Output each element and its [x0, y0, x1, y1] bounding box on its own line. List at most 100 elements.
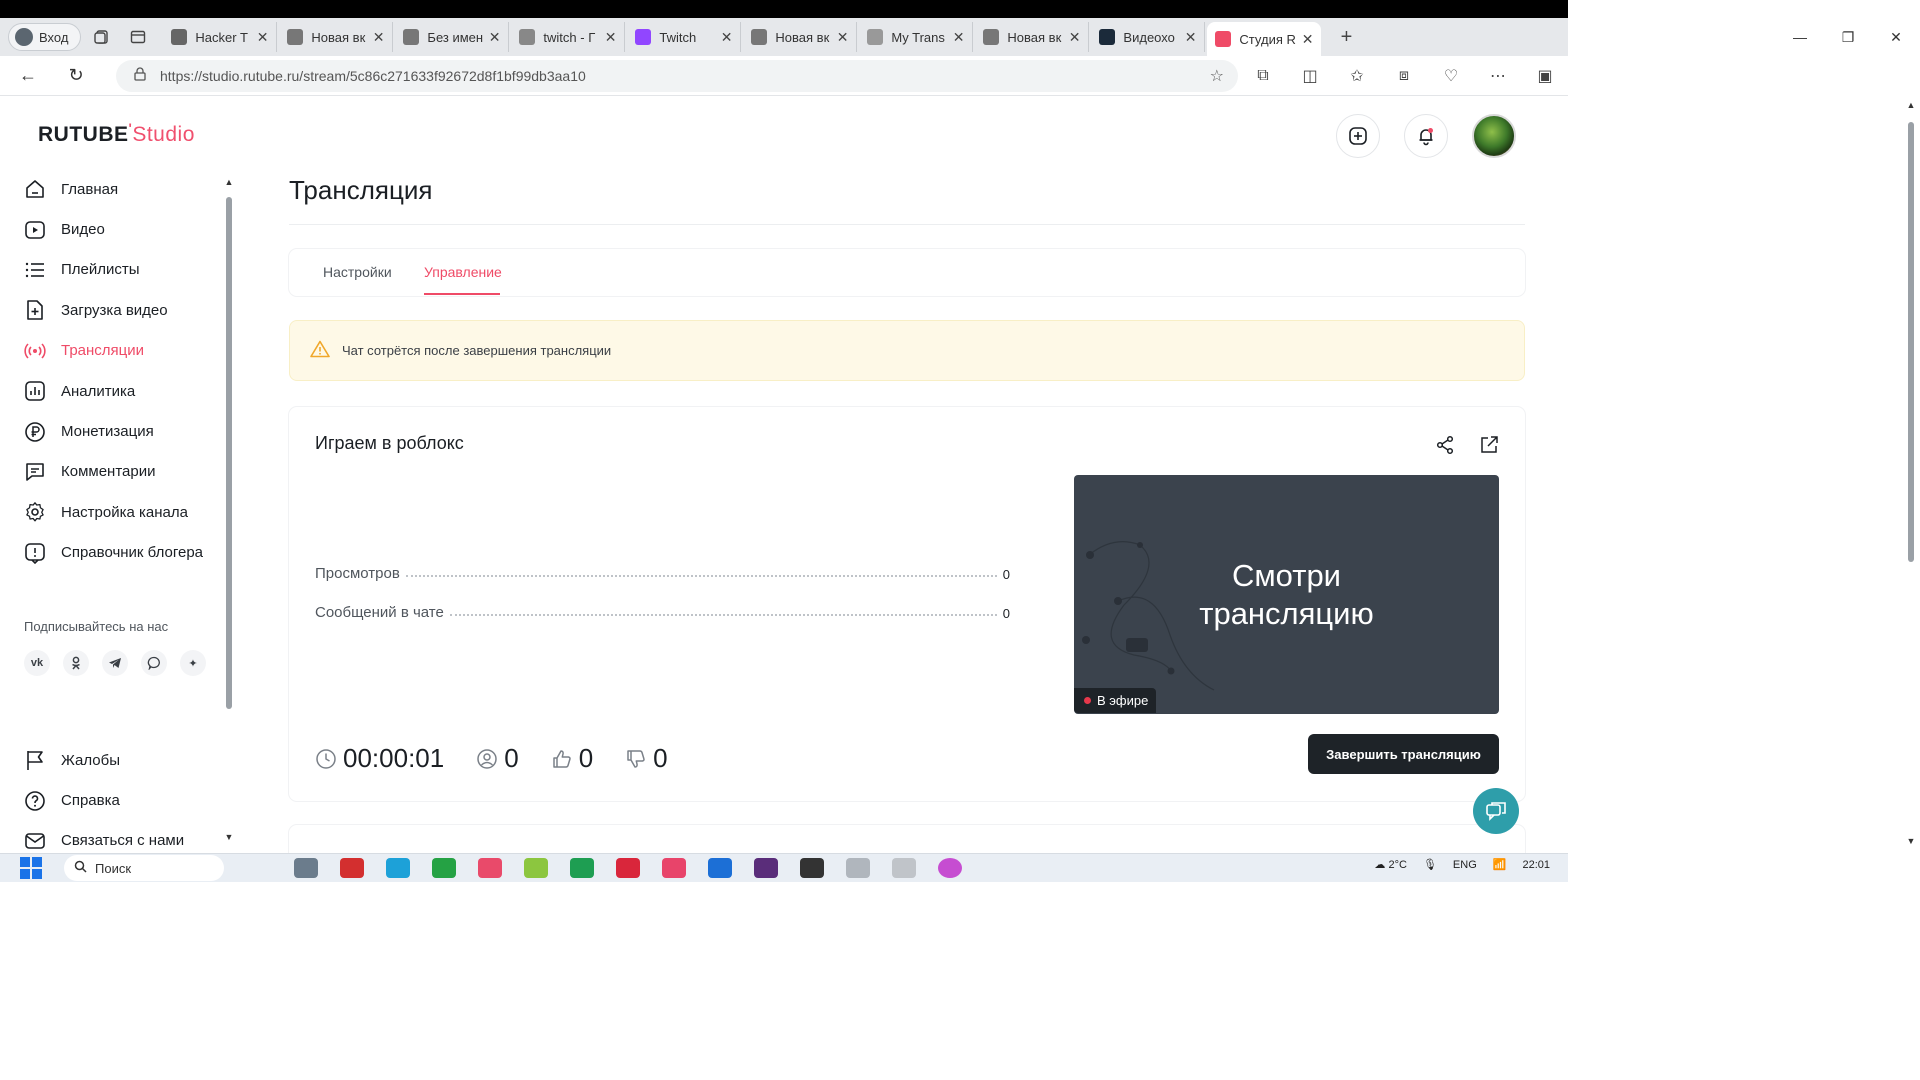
rutube-studio-logo[interactable]: RUTUBE'Studio: [38, 120, 195, 147]
tab-management[interactable]: Управление: [424, 264, 502, 280]
page-scrollbar[interactable]: ▲ ▼: [1906, 100, 1916, 852]
close-tab-icon[interactable]: ✕: [721, 29, 733, 46]
url-field[interactable]: https://studio.rutube.ru/stream/5c86c271…: [116, 59, 1238, 92]
notifications-button[interactable]: [1404, 114, 1448, 158]
sidebar-item-broadcast[interactable]: Трансляции: [24, 331, 224, 371]
browser-tab[interactable]: twitch - Г ✕: [511, 22, 626, 52]
taskbar-app-icon[interactable]: [800, 858, 824, 878]
stream-preview[interactable]: Смотри трансляцию В эфире: [1074, 475, 1499, 714]
sidebar-item-video[interactable]: Видео: [24, 209, 224, 249]
ok-icon[interactable]: [63, 650, 89, 676]
create-button[interactable]: [1336, 114, 1380, 158]
taskbar-app-icon[interactable]: [708, 858, 732, 878]
tab-favicon-icon: [867, 29, 884, 45]
comments-icon: [24, 461, 46, 483]
browser-essentials-icon[interactable]: ♡: [1429, 60, 1473, 92]
taskbar-app-icon[interactable]: [938, 858, 962, 878]
browser-tab[interactable]: Видеохо ✕: [1091, 22, 1206, 52]
restore-icon[interactable]: ❐: [1824, 18, 1872, 56]
collections-icon[interactable]: [87, 22, 117, 52]
taskbar-app-icon[interactable]: [386, 858, 410, 878]
favorite-star-icon[interactable]: ☆: [1210, 66, 1224, 86]
taskbar-app-icon[interactable]: [662, 858, 686, 878]
preview-caption: Смотри трансляцию: [1199, 558, 1374, 631]
sidebar-item-comments[interactable]: Комментарии: [24, 452, 224, 492]
split-screen-icon[interactable]: ◫: [1288, 60, 1332, 92]
sidebar-item-flag[interactable]: Жалобы: [24, 740, 224, 780]
taskbar-app-icon[interactable]: [846, 858, 870, 878]
sidebar-item-home[interactable]: Главная: [24, 169, 224, 209]
browser-tab[interactable]: Новая вк ✕: [975, 22, 1090, 52]
favorites-icon[interactable]: ✩: [1335, 60, 1379, 92]
minimize-icon[interactable]: —: [1776, 18, 1824, 56]
lock-icon[interactable]: [134, 67, 146, 84]
back-icon[interactable]: ←: [8, 60, 48, 92]
browser-tab[interactable]: Twitch ✕: [627, 22, 742, 52]
taskbar-app-icon[interactable]: [754, 858, 778, 878]
taskbar-app-icon[interactable]: [340, 858, 364, 878]
end-stream-button[interactable]: Завершить трансляцию: [1308, 734, 1499, 774]
share-icon[interactable]: [1435, 435, 1455, 455]
sidebar-item-info[interactable]: Справочник блогера: [24, 533, 224, 573]
windows-start-icon[interactable]: [20, 857, 42, 879]
sidebar-scrollbar[interactable]: [226, 197, 232, 709]
browser-tab[interactable]: Новая вк ✕: [743, 22, 858, 52]
vk-icon[interactable]: vk: [24, 650, 50, 676]
windows-taskbar: Поиск ☁ 2°C 🎙 ENG 📶 22:01: [0, 853, 1568, 882]
wifi-icon[interactable]: 📶: [1493, 858, 1507, 871]
zen-icon[interactable]: ✦: [180, 650, 206, 676]
taskbar-app-icon[interactable]: [478, 858, 502, 878]
sidebar-item-ruble[interactable]: Монетизация: [24, 411, 224, 451]
mail-icon: [24, 830, 46, 852]
tab-settings[interactable]: Настройки: [323, 264, 392, 280]
sidebar-item-analytics[interactable]: Аналитика: [24, 371, 224, 411]
language-indicator[interactable]: ENG: [1453, 859, 1477, 871]
viber-icon[interactable]: [141, 650, 167, 676]
tab-actions-icon[interactable]: [123, 22, 153, 52]
sidebar-item-gear[interactable]: Настройка канала: [24, 492, 224, 532]
close-tab-icon[interactable]: ✕: [373, 29, 385, 46]
telegram-icon[interactable]: [102, 650, 128, 676]
close-tab-icon[interactable]: ✕: [1185, 29, 1197, 46]
close-window-icon[interactable]: ✕: [1872, 18, 1920, 56]
sidebar-item-upload[interactable]: Загрузка видео: [24, 290, 224, 330]
sidebar-scroll-down-icon[interactable]: ▼: [224, 832, 234, 842]
sidebar-item-label: Настройка канала: [61, 503, 188, 521]
sidebar-item-playlist[interactable]: Плейлисты: [24, 250, 224, 290]
extensions-icon[interactable]: ⧉: [1241, 60, 1285, 92]
weather-widget[interactable]: ☁ 2°C: [1374, 858, 1407, 871]
taskbar-app-icon[interactable]: [892, 858, 916, 878]
sidebar-item-help[interactable]: Справка: [24, 780, 224, 820]
browser-tab[interactable]: Студия R ✕: [1207, 22, 1322, 56]
browser-tab[interactable]: Новая вк ✕: [279, 22, 394, 52]
sidebar-toggle-icon[interactable]: ▣: [1523, 60, 1567, 92]
taskbar-app-icon[interactable]: [432, 858, 456, 878]
support-chat-button[interactable]: [1473, 788, 1519, 834]
reload-icon[interactable]: ↻: [56, 60, 96, 92]
taskbar-search[interactable]: Поиск: [64, 855, 224, 881]
close-tab-icon[interactable]: ✕: [489, 29, 501, 46]
new-tab-icon[interactable]: +: [1331, 22, 1361, 52]
browser-tab[interactable]: Hacker T ✕: [163, 22, 278, 52]
taskbar-app-icon[interactable]: [570, 858, 594, 878]
close-tab-icon[interactable]: ✕: [257, 29, 269, 46]
collections-toolbar-icon[interactable]: ⧈: [1382, 60, 1426, 92]
browser-tab[interactable]: Без имен ✕: [395, 22, 510, 52]
more-menu-icon[interactable]: ⋯: [1476, 60, 1520, 92]
close-tab-icon[interactable]: ✕: [837, 29, 849, 46]
close-tab-icon[interactable]: ✕: [1069, 29, 1081, 46]
microphone-icon[interactable]: 🎙: [1423, 858, 1437, 871]
close-tab-icon[interactable]: ✕: [1302, 31, 1314, 48]
user-avatar[interactable]: [1472, 114, 1516, 158]
browser-tab[interactable]: My Trans ✕: [859, 22, 974, 52]
browser-profile-button[interactable]: Вход: [8, 23, 82, 51]
taskbar-app-icon[interactable]: [616, 858, 640, 878]
open-external-icon[interactable]: [1479, 435, 1499, 455]
sidebar-scroll-up-icon[interactable]: ▲: [224, 177, 234, 187]
browser-tab-label: Hacker T: [195, 29, 248, 45]
taskbar-app-icon[interactable]: [294, 858, 318, 878]
close-tab-icon[interactable]: ✕: [953, 29, 965, 46]
close-tab-icon[interactable]: ✕: [605, 29, 617, 46]
taskbar-app-icon[interactable]: [524, 858, 548, 878]
clock[interactable]: 22:01: [1522, 859, 1550, 871]
